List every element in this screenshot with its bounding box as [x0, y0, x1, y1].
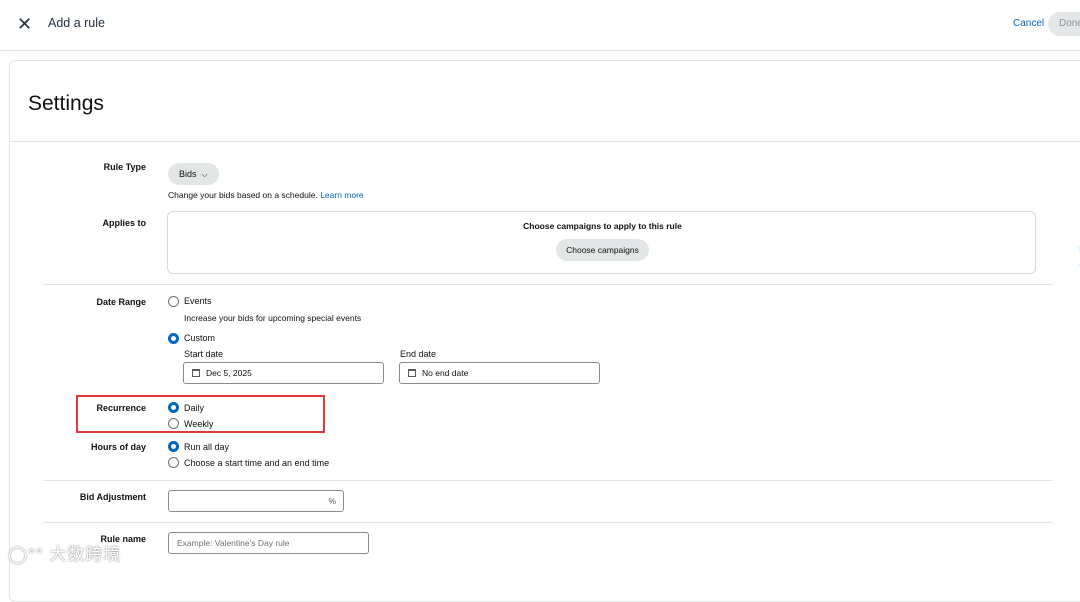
rule-type-helper: Change your bids based on a schedule. Le…	[168, 190, 364, 200]
custom-radio-label: Custom	[184, 333, 216, 343]
weekly-radio[interactable]	[168, 418, 179, 429]
rule-type-label: Rule Type	[103, 162, 146, 172]
bid-adjustment-label: Bid Adjustment	[79, 492, 146, 502]
watermark-logo: ◯°° 大数跨境	[8, 545, 122, 564]
learn-more-link[interactable]: Learn more	[320, 190, 363, 200]
close-icon[interactable]: ✕	[17, 14, 32, 34]
events-description: Increase your bids for upcoming special …	[184, 313, 362, 323]
start-date-input[interactable]: Dec 5, 2025	[183, 362, 384, 384]
events-radio[interactable]	[168, 296, 179, 307]
scroll-indicator	[1073, 245, 1080, 269]
calendar-icon	[408, 369, 416, 377]
choose-time-label: Choose a start time and an end time	[184, 458, 330, 468]
divider	[10, 141, 1080, 142]
rule-name-placeholder: Example: Valentine's Day rule	[177, 538, 290, 548]
end-date-input[interactable]: No end date	[399, 362, 600, 384]
hours-of-day-label: Hours of day	[90, 442, 146, 452]
choose-campaigns-button[interactable]: Choose campaigns	[556, 239, 649, 261]
divider	[43, 522, 1053, 523]
rule-type-value: Bids	[179, 169, 197, 179]
rule-type-helper-text: Change your bids based on a schedule.	[168, 190, 318, 200]
end-date-value: No end date	[422, 368, 469, 378]
start-date-label: Start date	[184, 349, 224, 359]
end-date-label: End date	[400, 349, 437, 359]
recurrence-label: Recurrence	[96, 403, 146, 413]
done-button[interactable]: Done	[1048, 12, 1080, 36]
rule-name-input[interactable]: Example: Valentine's Day rule	[168, 532, 369, 554]
run-all-day-label: Run all day	[184, 442, 230, 452]
applies-to-box: Choose campaigns to apply to this rule C…	[167, 211, 1036, 274]
start-date-value: Dec 5, 2025	[206, 368, 252, 378]
weekly-radio-label: Weekly	[184, 419, 214, 429]
page-title: Add a rule	[48, 16, 105, 30]
bid-adjustment-input[interactable]: %	[168, 490, 344, 512]
choose-time-radio[interactable]	[168, 457, 179, 468]
top-bar: ✕ Add a rule Cancel Done	[0, 0, 1080, 51]
percent-unit: %	[328, 496, 336, 506]
applies-to-label: Applies to	[102, 218, 146, 228]
chevron-down-icon: ⌵	[201, 170, 208, 179]
cancel-link[interactable]: Cancel	[1013, 18, 1044, 29]
run-all-day-radio[interactable]	[168, 441, 179, 452]
date-range-label: Date Range	[96, 297, 146, 307]
divider	[43, 480, 1053, 481]
daily-radio-label: Daily	[184, 403, 205, 413]
settings-title: Settings	[28, 92, 104, 115]
events-radio-label: Events	[184, 296, 212, 306]
rule-type-dropdown[interactable]: Bids ⌵	[168, 163, 219, 185]
custom-radio[interactable]	[168, 333, 179, 344]
watermark-text: 大数跨境	[49, 545, 122, 564]
divider	[43, 284, 1053, 285]
daily-radio[interactable]	[168, 402, 179, 413]
applies-to-box-title: Choose campaigns to apply to this rule	[523, 221, 682, 231]
calendar-icon	[192, 369, 200, 377]
